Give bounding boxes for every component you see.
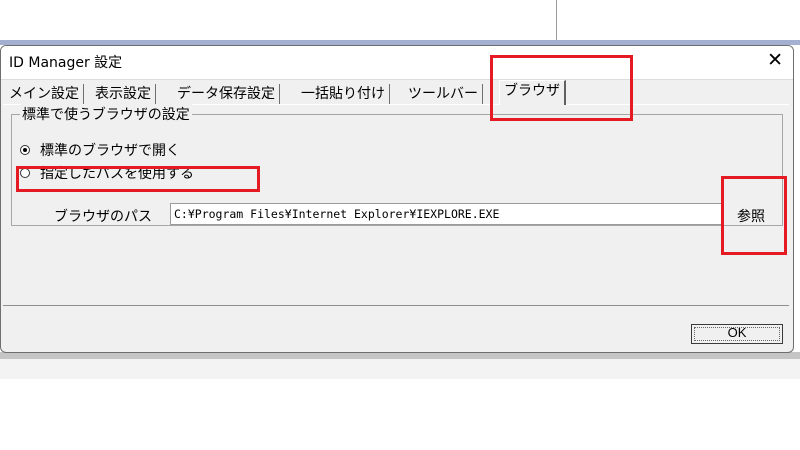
tab-browser[interactable]: ブラウザ — [499, 80, 566, 105]
tab-toolbar[interactable]: ツールバー — [404, 84, 483, 104]
tab-display-settings[interactable]: 表示設定 — [91, 84, 156, 104]
browser-path-input[interactable] — [170, 203, 724, 225]
radio-default-label: 標準のブラウザで開く — [40, 143, 180, 159]
radio-default-browser[interactable]: 標準のブラウザで開く — [20, 141, 180, 159]
close-icon[interactable]: ✕ — [767, 49, 783, 71]
highlight-box-browse — [721, 176, 787, 255]
settings-dialog: ID Manager 設定 ✕ メイン設定 表示設定 データ保存設定 一括貼り付… — [0, 45, 794, 353]
radio-checked-icon[interactable] — [20, 145, 30, 155]
tab-main-settings[interactable]: メイン設定 — [5, 84, 84, 104]
background-divider — [556, 0, 557, 40]
title-bar: ID Manager 設定 ✕ — [1, 46, 793, 80]
tab-bulk-paste[interactable]: 一括貼り付け — [297, 84, 390, 104]
browser-tab-panel: 標準で使うブラウザの設定 標準のブラウザで開く 指定したパスを使用する ブラウザ… — [3, 104, 789, 306]
browser-path-label: ブラウザのパス — [54, 209, 152, 225]
window-title: ID Manager 設定 — [9, 55, 123, 71]
background-window-edge — [0, 352, 800, 359]
background-window-area — [0, 359, 800, 379]
group-title: 標準で使うブラウザの設定 — [20, 104, 192, 124]
highlight-box-custom-path — [16, 166, 260, 192]
tab-data-save-settings[interactable]: データ保存設定 — [173, 84, 280, 104]
ok-button[interactable]: OK — [691, 324, 783, 344]
